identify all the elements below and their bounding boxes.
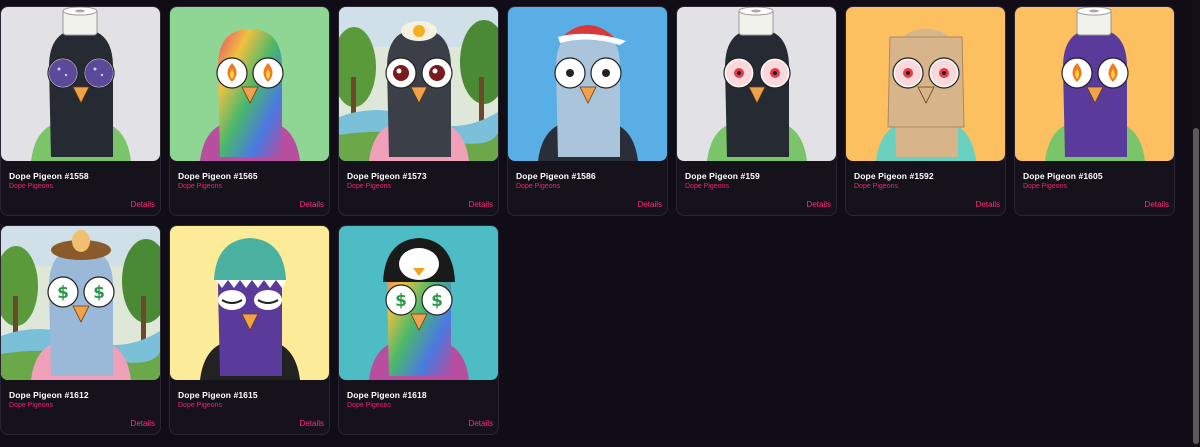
nft-card-1592[interactable]: Dope Pigeon #1592 Dope Pigeons Details [845,6,1006,216]
details-link[interactable]: Details [300,419,324,428]
nft-title: Dope Pigeon #1615 [178,390,258,400]
scrollbar-thumb[interactable] [1193,128,1199,444]
nft-image[interactable] [170,7,329,161]
details-link[interactable]: Details [469,200,493,209]
nft-collection-link[interactable]: Dope Pigeons [1023,183,1067,190]
nft-title: Dope Pigeon #1592 [854,171,934,181]
nft-card-1586[interactable]: Dope Pigeon #1586 Dope Pigeons Details [507,6,668,216]
nft-card-1565[interactable]: Dope Pigeon #1565 Dope Pigeons Details [169,6,330,216]
nft-image[interactable] [846,7,1005,161]
nft-card-1612[interactable]: $ $ Dope Pigeon #1612 Dope Pigeons Detail… [0,225,161,435]
nft-grid: Dope Pigeon #1558 Dope Pigeons Details D… [0,6,1175,435]
nft-title: Dope Pigeon #1565 [178,171,258,181]
svg-text:$: $ [431,291,443,311]
nft-title: Dope Pigeon #1605 [1023,171,1103,181]
nft-card-1615[interactable]: Dope Pigeon #1615 Dope Pigeons Details [169,225,330,435]
details-link[interactable]: Details [1145,200,1169,209]
nft-card-1605[interactable]: Dope Pigeon #1605 Dope Pigeons Details [1014,6,1175,216]
nft-card-159[interactable]: Dope Pigeon #159 Dope Pigeons Details [676,6,837,216]
nft-image[interactable] [1,7,160,161]
nft-image[interactable]: $ $ [339,226,498,380]
svg-text:$: $ [57,283,69,303]
nft-collection-link[interactable]: Dope Pigeons [516,183,560,190]
details-link[interactable]: Details [638,200,662,209]
nft-collection-link[interactable]: Dope Pigeons [9,402,53,409]
nft-image[interactable]: $ $ [1,226,160,380]
nft-collection-link[interactable]: Dope Pigeons [854,183,898,190]
nft-collection-link[interactable]: Dope Pigeons [178,402,222,409]
nft-card-1618[interactable]: $ $ Dope Pigeon #1618 Dope Pigeons Detail… [338,225,499,435]
nft-title: Dope Pigeon #1573 [347,171,427,181]
nft-collection-link[interactable]: Dope Pigeons [9,183,53,190]
details-link[interactable]: Details [807,200,831,209]
svg-text:$: $ [395,291,407,311]
scrollbar-track[interactable] [1192,0,1200,447]
details-link[interactable]: Details [131,419,155,428]
nft-title: Dope Pigeon #1586 [516,171,596,181]
nft-collection-link[interactable]: Dope Pigeons [178,183,222,190]
details-link[interactable]: Details [300,200,324,209]
nft-title: Dope Pigeon #1618 [347,390,427,400]
nft-image[interactable] [1015,7,1174,161]
nft-title: Dope Pigeon #159 [685,171,760,181]
nft-image[interactable] [677,7,836,161]
details-link[interactable]: Details [469,419,493,428]
nft-image[interactable] [339,7,498,161]
nft-title: Dope Pigeon #1612 [9,390,89,400]
nft-card-1573[interactable]: Dope Pigeon #1573 Dope Pigeons Details [338,6,499,216]
nft-card-1558[interactable]: Dope Pigeon #1558 Dope Pigeons Details [0,6,161,216]
nft-image[interactable] [170,226,329,380]
details-link[interactable]: Details [976,200,1000,209]
nft-image[interactable] [508,7,667,161]
nft-collection-link[interactable]: Dope Pigeons [347,183,391,190]
svg-text:$: $ [93,283,105,303]
nft-collection-link[interactable]: Dope Pigeons [347,402,391,409]
details-link[interactable]: Details [131,200,155,209]
nft-title: Dope Pigeon #1558 [9,171,89,181]
nft-collection-link[interactable]: Dope Pigeons [685,183,729,190]
